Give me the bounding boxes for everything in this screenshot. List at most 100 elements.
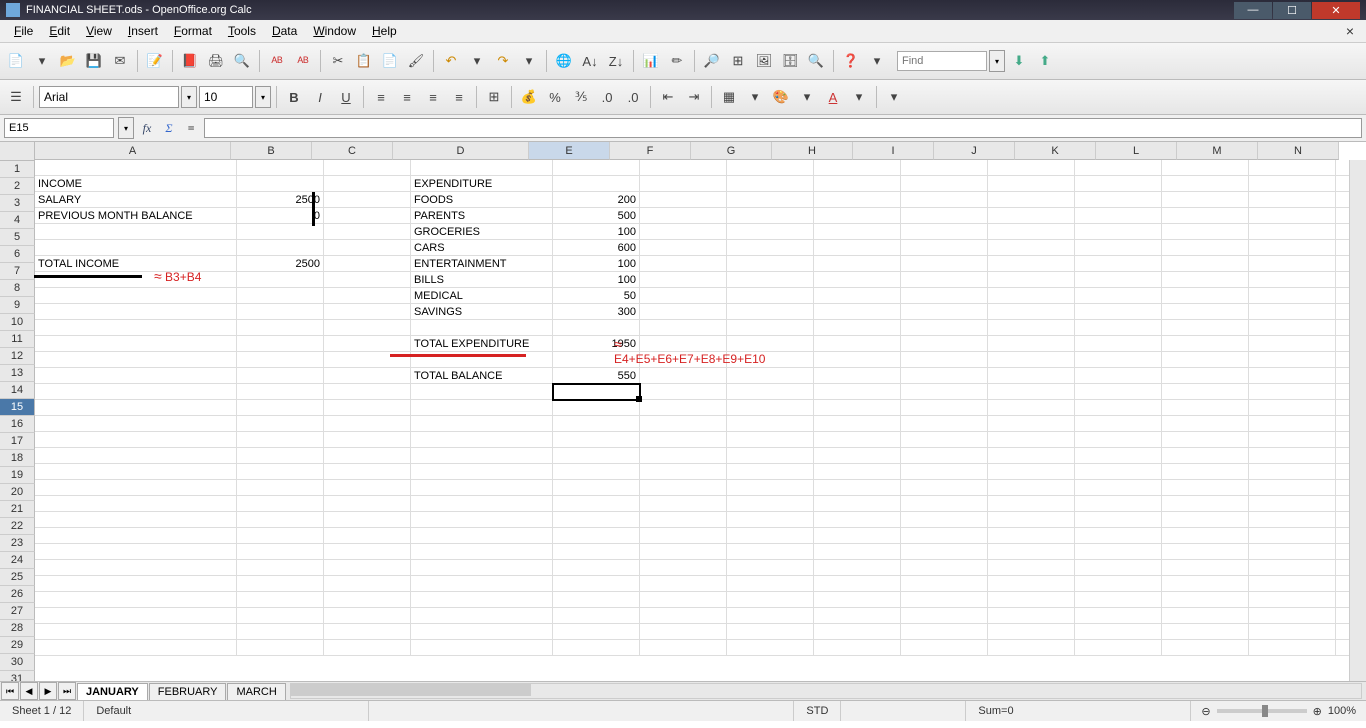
cell-C9[interactable] — [324, 288, 411, 304]
cell-J26[interactable] — [988, 560, 1075, 576]
row-header-13[interactable]: 13 — [0, 365, 35, 382]
column-header-N[interactable]: N — [1258, 142, 1339, 160]
cell-I23[interactable] — [901, 512, 988, 528]
cell-F25[interactable] — [640, 544, 727, 560]
show-draw-button[interactable]: ✏ — [665, 49, 689, 73]
cell-G7[interactable] — [727, 256, 814, 272]
cell-E24[interactable] — [553, 528, 640, 544]
cell-L13[interactable] — [1162, 352, 1249, 368]
cell-C4[interactable] — [324, 208, 411, 224]
menu-file[interactable]: File — [6, 22, 41, 40]
autospell-button[interactable]: ᴬᴮ — [291, 49, 315, 73]
cell-L26[interactable] — [1162, 560, 1249, 576]
undo-button[interactable]: ↶ — [439, 49, 463, 73]
row-header-11[interactable]: 11 — [0, 331, 35, 348]
cell-H14[interactable] — [814, 368, 901, 384]
sum-button[interactable]: Σ — [160, 119, 178, 137]
cell-J12[interactable] — [988, 336, 1075, 352]
row-header-12[interactable]: 12 — [0, 348, 35, 365]
cell-B1[interactable] — [237, 160, 324, 176]
cell-M5[interactable] — [1249, 224, 1336, 240]
cell-reference-box[interactable]: E15 — [4, 118, 114, 138]
cell-D24[interactable] — [411, 528, 553, 544]
cell-F19[interactable] — [640, 448, 727, 464]
tab-first-button[interactable]: ⏮ — [1, 682, 19, 700]
copy-button[interactable]: 📋 — [352, 49, 376, 73]
cell-M11[interactable] — [1249, 320, 1336, 336]
cell-C15[interactable] — [324, 384, 411, 400]
cell-J17[interactable] — [988, 416, 1075, 432]
zoom-in-icon[interactable]: ⊕ — [1313, 705, 1322, 718]
menu-edit[interactable]: Edit — [41, 22, 78, 40]
cell-I21[interactable] — [901, 480, 988, 496]
cell-J11[interactable] — [988, 320, 1075, 336]
redo-button[interactable]: ↷ — [491, 49, 515, 73]
cell-J7[interactable] — [988, 256, 1075, 272]
cell-B17[interactable] — [237, 416, 324, 432]
cell-G30[interactable] — [727, 624, 814, 640]
sort-asc-button[interactable]: A↓ — [578, 49, 602, 73]
cell-L4[interactable] — [1162, 208, 1249, 224]
sheet-tab-january[interactable]: JANUARY — [77, 683, 148, 700]
tab-next-button[interactable]: ▶ — [39, 682, 57, 700]
cell-I31[interactable] — [901, 640, 988, 656]
cell-B12[interactable] — [237, 336, 324, 352]
cell-L22[interactable] — [1162, 496, 1249, 512]
cell-A15[interactable] — [35, 384, 237, 400]
cell-I24[interactable] — [901, 528, 988, 544]
cell-C1[interactable] — [324, 160, 411, 176]
cell-A17[interactable] — [35, 416, 237, 432]
merge-cells-button[interactable]: ⊞ — [482, 85, 506, 109]
cell-I1[interactable] — [901, 160, 988, 176]
cell-M17[interactable] — [1249, 416, 1336, 432]
cell-J9[interactable] — [988, 288, 1075, 304]
cell-E28[interactable] — [553, 592, 640, 608]
cell-A16[interactable] — [35, 400, 237, 416]
cell-D22[interactable] — [411, 496, 553, 512]
cut-button[interactable]: ✂ — [326, 49, 350, 73]
row-header-29[interactable]: 29 — [0, 637, 35, 654]
cell-B15[interactable] — [237, 384, 324, 400]
cell-B18[interactable] — [237, 432, 324, 448]
cell-M22[interactable] — [1249, 496, 1336, 512]
cell-M27[interactable] — [1249, 576, 1336, 592]
cell-K4[interactable] — [1075, 208, 1162, 224]
cell-J20[interactable] — [988, 464, 1075, 480]
cell-F3[interactable] — [640, 192, 727, 208]
cell-I30[interactable] — [901, 624, 988, 640]
cell-E26[interactable] — [553, 560, 640, 576]
cell-K8[interactable] — [1075, 272, 1162, 288]
cell-H17[interactable] — [814, 416, 901, 432]
cell-A20[interactable] — [35, 464, 237, 480]
column-header-K[interactable]: K — [1015, 142, 1096, 160]
paste-button[interactable]: 📄 — [378, 49, 402, 73]
cell-E5[interactable]: 100 — [553, 224, 640, 240]
cell-M29[interactable] — [1249, 608, 1336, 624]
cell-G25[interactable] — [727, 544, 814, 560]
row-header-28[interactable]: 28 — [0, 620, 35, 637]
cell-B4[interactable]: 0 — [237, 208, 324, 224]
cell-L3[interactable] — [1162, 192, 1249, 208]
horizontal-scrollbar[interactable] — [290, 683, 1362, 699]
cell-L30[interactable] — [1162, 624, 1249, 640]
cell-B14[interactable] — [237, 368, 324, 384]
cell-M9[interactable] — [1249, 288, 1336, 304]
cell-D26[interactable] — [411, 560, 553, 576]
cell-E19[interactable] — [553, 448, 640, 464]
cell-D28[interactable] — [411, 592, 553, 608]
cell-H15[interactable] — [814, 384, 901, 400]
cell-E8[interactable]: 100 — [553, 272, 640, 288]
cell-H23[interactable] — [814, 512, 901, 528]
cell-C23[interactable] — [324, 512, 411, 528]
cell-K20[interactable] — [1075, 464, 1162, 480]
bgcolor-button[interactable]: 🎨 — [769, 85, 793, 109]
cell-G29[interactable] — [727, 608, 814, 624]
borders-button[interactable]: ▦ — [717, 85, 741, 109]
cell-K22[interactable] — [1075, 496, 1162, 512]
cell-K7[interactable] — [1075, 256, 1162, 272]
cell-J29[interactable] — [988, 608, 1075, 624]
cell-F6[interactable] — [640, 240, 727, 256]
cell-I5[interactable] — [901, 224, 988, 240]
cell-H26[interactable] — [814, 560, 901, 576]
cell-A31[interactable] — [35, 640, 237, 656]
